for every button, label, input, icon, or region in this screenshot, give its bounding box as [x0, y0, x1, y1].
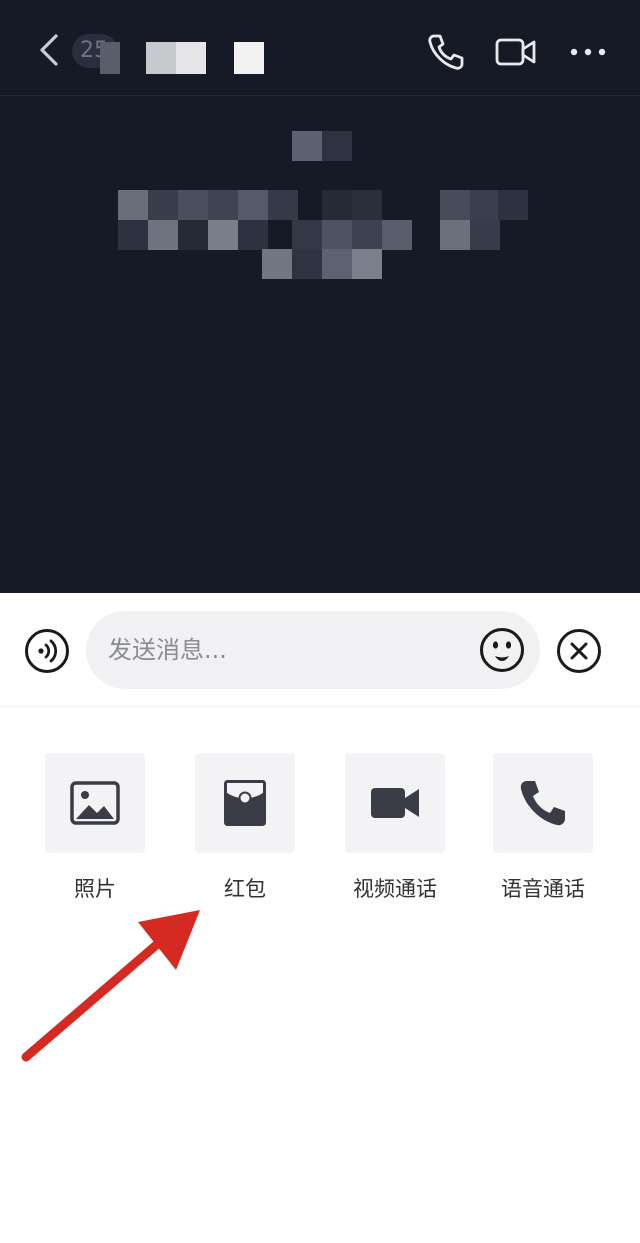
tool-voice-call-box[interactable]	[493, 753, 593, 853]
contact-name-blurred	[234, 42, 264, 74]
tool-red-envelope[interactable]: 红包	[180, 753, 310, 903]
red-envelope-icon	[224, 780, 266, 826]
message-input[interactable]	[86, 611, 540, 689]
tool-red-envelope-box[interactable]	[195, 753, 295, 853]
voice-call-icon	[520, 781, 565, 826]
tool-voice-call[interactable]: 语音通话	[478, 753, 608, 903]
chat-area: 25	[0, 0, 640, 593]
tool-photo[interactable]: 照片	[30, 753, 160, 903]
input-bar	[0, 593, 640, 707]
back-icon[interactable]	[30, 28, 70, 72]
video-camera-icon[interactable]	[494, 30, 538, 74]
tool-video-call[interactable]: 视频通话	[330, 753, 460, 903]
contact-name-blurred	[176, 42, 206, 74]
more-icon[interactable]	[566, 30, 610, 74]
bottom-panel: 照片 红包 视频通话 语音通话	[0, 593, 640, 1243]
photo-icon	[70, 781, 120, 825]
contact-name-blurred	[100, 42, 120, 74]
voice-icon[interactable]	[24, 628, 70, 674]
tool-photo-label: 照片	[74, 877, 116, 901]
emoji-icon[interactable]	[478, 626, 526, 674]
tool-video-call-box[interactable]	[345, 753, 445, 853]
contact-name-blurred	[146, 42, 176, 74]
tool-photo-box[interactable]	[45, 753, 145, 853]
phone-icon[interactable]	[424, 30, 468, 74]
video-call-icon	[371, 788, 419, 818]
chat-header: 25	[0, 0, 640, 96]
tool-voice-call-label: 语音通话	[501, 877, 585, 901]
close-icon[interactable]	[556, 628, 602, 674]
tool-video-call-label: 视频通话	[353, 877, 437, 901]
tool-red-envelope-label: 红包	[224, 877, 266, 901]
